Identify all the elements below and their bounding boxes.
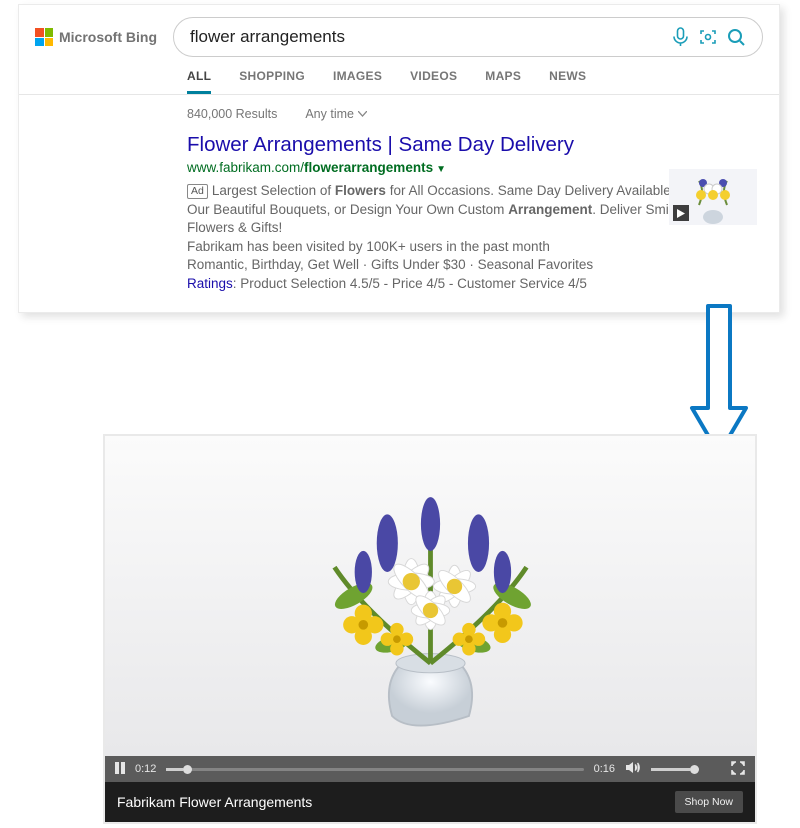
result-url-path: flowerarrangements [304, 160, 433, 175]
ratings-link[interactable]: Ratings [187, 276, 233, 291]
microsoft-tiles-icon [35, 28, 53, 46]
ad-result: Flower Arrangements | Same Day Delivery … [19, 131, 779, 312]
visual-search-icon[interactable] [694, 27, 722, 47]
result-visits: Fabrikam has been visited by 100K+ users… [187, 238, 759, 257]
result-sitelinks: Romantic, Birthday, Get Well · Gifts Und… [187, 256, 759, 275]
search-icon[interactable] [722, 28, 750, 47]
logo-text: Microsoft Bing [59, 29, 157, 45]
search-results-card: Microsoft Bing ALL SHOPPING IMAGES VIDEO… [18, 4, 780, 313]
progress-bar[interactable] [166, 768, 583, 771]
volume-slider[interactable] [651, 768, 697, 771]
progress-knob-icon[interactable] [183, 765, 192, 774]
video-title: Fabrikam Flower Arrangements [117, 794, 312, 810]
result-ratings: Ratings: Product Selection 4.5/5 - Price… [187, 275, 759, 294]
results-count: 840,000 Results [187, 107, 277, 121]
shop-now-button[interactable]: Shop Now [675, 791, 743, 813]
volume-icon[interactable] [625, 761, 641, 777]
mic-icon[interactable] [666, 27, 694, 47]
video-controls: 0:12 0:16 [105, 756, 755, 782]
play-overlay-icon [673, 205, 689, 221]
chevron-down-icon [358, 111, 367, 117]
search-tabs: ALL SHOPPING IMAGES VIDEOS MAPS NEWS [19, 65, 779, 94]
tab-images[interactable]: IMAGES [333, 69, 382, 94]
ad-badge: Ad [187, 184, 208, 199]
bing-logo[interactable]: Microsoft Bing [35, 28, 157, 46]
video-player: 0:12 0:16 Fabrikam Flower Arrangements S… [105, 436, 755, 822]
video-viewport[interactable] [105, 436, 755, 756]
tab-shopping[interactable]: SHOPPING [239, 69, 305, 94]
search-bar[interactable] [173, 17, 763, 57]
video-title-bar: Fabrikam Flower Arrangements Shop Now [105, 782, 755, 822]
time-elapsed: 0:12 [135, 763, 156, 775]
tab-videos[interactable]: VIDEOS [410, 69, 457, 94]
results-meta: 840,000 Results Any time [19, 95, 779, 131]
result-title-link[interactable]: Flower Arrangements | Same Day Delivery [187, 133, 574, 156]
time-duration: 0:16 [594, 763, 615, 775]
pause-button[interactable] [115, 762, 125, 777]
result-url-prefix: www.fabrikam.com/ [187, 160, 304, 175]
time-filter[interactable]: Any time [305, 107, 367, 121]
time-filter-label: Any time [305, 107, 354, 121]
tab-news[interactable]: NEWS [549, 69, 586, 94]
tab-all[interactable]: ALL [187, 69, 211, 94]
flow-arrow-icon [688, 304, 750, 458]
tab-maps[interactable]: MAPS [485, 69, 521, 94]
fullscreen-icon[interactable] [731, 761, 745, 778]
search-input[interactable] [190, 27, 666, 47]
result-video-thumbnail[interactable] [669, 169, 757, 225]
chevron-down-icon: ▼ [433, 164, 446, 175]
flower-video-frame-icon [203, 452, 658, 740]
search-header: Microsoft Bing [19, 5, 779, 65]
